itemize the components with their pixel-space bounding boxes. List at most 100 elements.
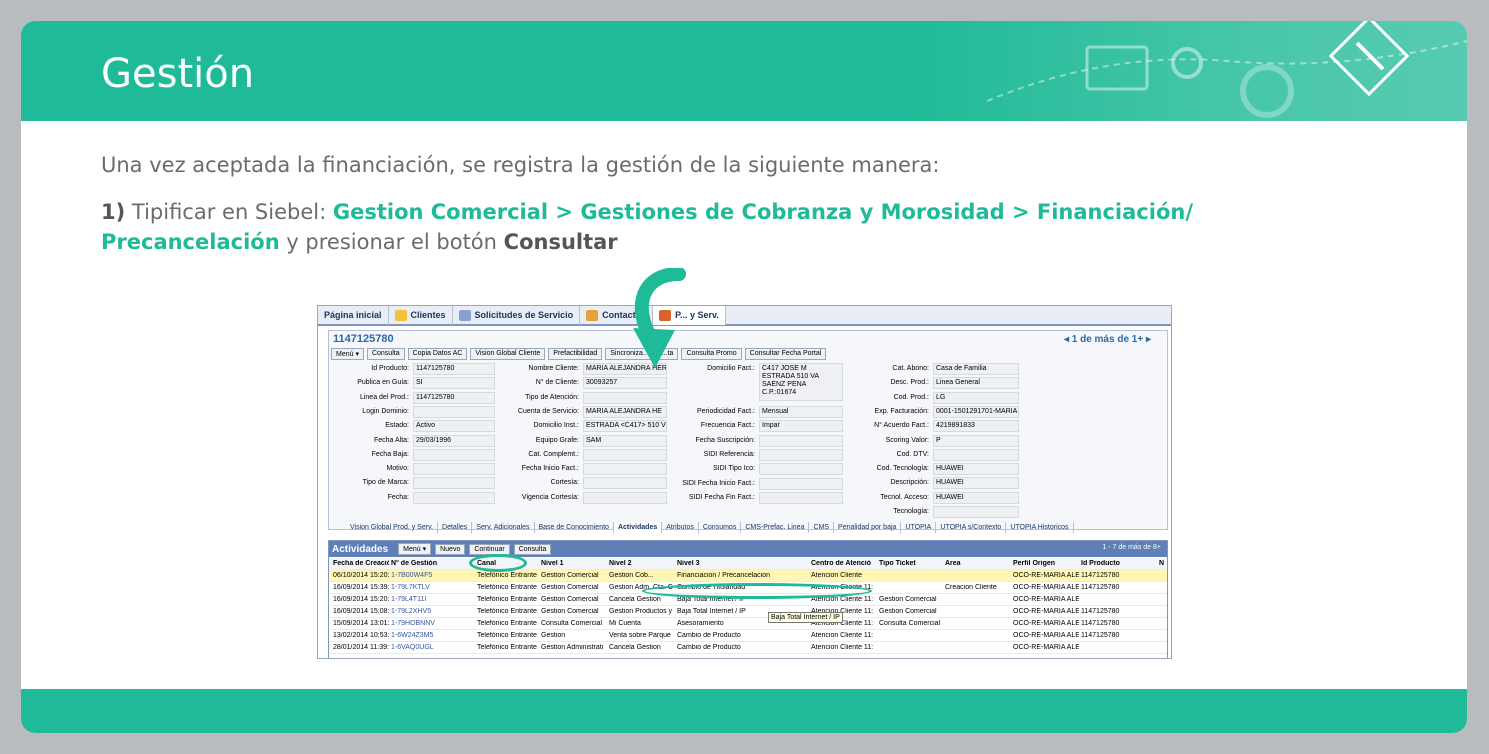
field-value[interactable] [413,463,495,476]
field-value[interactable]: SAM [583,434,667,447]
table-row[interactable]: 13/02/2014 10:53:4 1-6W24Z3M5 Telefónico E… [329,630,1167,642]
tab-pagina-inicial[interactable]: Página inicial [318,306,389,325]
field-value[interactable]: 4219891833 [933,420,1019,433]
subtab[interactable]: UTOPIA Historicos [1006,522,1074,533]
activities-button[interactable]: Menú ▾ [398,543,432,555]
column-header[interactable]: N° de Gestión [391,560,457,567]
field-value[interactable] [583,491,667,504]
column-header[interactable]: Área [945,560,1011,567]
activities-button[interactable]: Nuevo [435,543,466,555]
subtab[interactable]: Base de Conocimiento [535,522,614,533]
field-value[interactable] [759,463,843,476]
field-value[interactable] [583,477,667,490]
field-value[interactable]: LG [933,391,1019,404]
subtab[interactable]: Detalles [438,522,473,533]
tab-clientes[interactable]: Clientes [389,306,453,325]
field-value[interactable]: Impar [759,420,843,433]
column-header[interactable]: Fecha de Creació [333,560,389,567]
record-toolbar: Menú ▾ Consulta Copia Datos AC Vision Globa… [331,348,827,360]
field-value[interactable]: HUAWEI [933,477,1019,490]
field-value[interactable]: 1147125780 [413,363,495,375]
field-label: Fecha Alta: [373,436,409,444]
table-row[interactable]: 15/09/2014 13:01:0 1-79HOBNNV Telefónico E… [329,618,1167,630]
field-value[interactable] [759,477,843,490]
record-toolbar-button[interactable]: Prefactibilidad [548,348,603,360]
column-header[interactable]: N [1159,560,1169,567]
column-header[interactable]: Nivel 3 [677,560,807,567]
field-value[interactable]: Casa de Familia [933,363,1019,375]
column-header[interactable]: Nivel 1 [541,560,607,567]
subtab[interactable]: Penalidad por baja [834,522,902,533]
record-toolbar-button[interactable]: Menú ▾ [331,348,364,360]
column-header[interactable]: Id Producto [1081,560,1151,567]
record-toolbar-button[interactable]: Copia Datos AC [407,348,468,360]
table-cell[interactable]: 1-6VAQ0UGL [391,644,457,651]
field-value[interactable] [759,491,843,504]
table-row[interactable]: 28/01/2014 11:39:1 1-6VAQ0UGL Telefónico E… [329,642,1167,654]
field-value[interactable]: 30093257 [583,377,667,390]
field-value[interactable] [933,448,1019,461]
table-row[interactable]: 16/09/2014 15:08:0 1-79L2XHV5 Telefónico E… [329,606,1167,618]
subtab[interactable]: Actividades [613,522,663,533]
field-label: Cat. Complemt.: [528,450,579,458]
table-cell: Venta sobre Parque [609,632,671,639]
field-value[interactable] [413,477,495,490]
field-label: Cod. Prod.: [893,393,929,401]
field-value[interactable]: SI [413,377,495,390]
field-value[interactable] [583,391,667,404]
tab-solicitudes[interactable]: Solicitudes de Servicio [453,306,581,325]
field-value[interactable]: 29/03/1996 [413,434,495,447]
column-header[interactable]: Tipo Ticket [879,560,943,567]
table-cell[interactable]: 1-6W24Z3M5 [391,632,457,639]
table-cell[interactable]: 1-79HOBNNV [391,620,457,627]
table-cell: Telefónico Entrante [477,620,537,627]
field-value[interactable]: P [933,434,1019,447]
field-value[interactable]: HUAWEI [933,463,1019,476]
record-toolbar-button[interactable]: Vision Global Cliente [470,348,546,360]
column-header[interactable]: Centro de Atenció [811,560,877,567]
activities-button[interactable]: Continuar [469,543,510,555]
field-value[interactable]: Mensual [759,406,843,418]
field-value[interactable] [413,405,495,418]
field-value[interactable] [583,448,667,461]
field-label: Desc. Prod.: [890,379,929,387]
field-value[interactable]: Linea General [933,377,1019,390]
activities-button[interactable]: Consulta [513,543,552,555]
table-row[interactable]: 06/10/2014 15:20:2 1-7B00W4F5 Telefónico E… [329,570,1167,582]
record-toolbar-button[interactable]: Consultar Fecha Portal [744,348,827,360]
field-label: SIDI Tipo Ico: [712,465,755,473]
subtab[interactable]: UTOPIA s/Contexto [936,522,1007,533]
column-header[interactable]: Nivel 2 [609,560,675,567]
table-cell[interactable]: 1-79L2XHV5 [391,608,457,615]
field-value[interactable] [933,506,1019,518]
field-value[interactable] [583,463,667,476]
field-value[interactable] [413,491,495,504]
field-value[interactable] [759,448,843,461]
record-toolbar-button[interactable]: Consulta [366,348,405,360]
subtab[interactable]: Serv. Adicionales [472,522,535,533]
table-cell: Gestion Productos y [609,608,673,615]
field-value[interactable]: 1147125780 [413,391,495,404]
table-cell: 1147125780 [1081,572,1120,579]
field-value[interactable] [413,448,495,461]
column-header[interactable]: Perfil Origen [1013,560,1079,567]
field-value[interactable]: Activo [413,420,495,433]
subtab[interactable]: Atributos [662,522,699,533]
table-cell[interactable]: 1-79L7KTLV [391,584,457,591]
table-cell[interactable]: 1-7B00W4F5 [391,572,457,579]
field-value[interactable]: 0001-1501291701-MARIA [933,405,1019,418]
field-value[interactable] [759,434,843,447]
subtab[interactable]: UTOPIA [901,522,937,533]
activities-pager: 1 - 7 de más de 8+ [1102,544,1161,551]
field-value[interactable]: ESTRADA <C417> 510 VI [583,420,667,433]
subtab[interactable]: CMS [809,522,835,533]
record-pager[interactable]: ◂ 1 de más de 1+ ▸ [1064,334,1151,345]
field-value[interactable]: HUAWEI [933,491,1019,504]
subtab[interactable]: Vision Global Prod. y Serv. [346,522,439,533]
table-cell[interactable]: 1-79L4T11I [391,596,457,603]
subtab[interactable]: Consumos [699,522,742,533]
field-value[interactable]: C417 JOSE M ESTRADA 510 VA SAENZ PENA C.… [759,363,843,401]
field-value[interactable]: MARIA ALEJANDRA HE [583,405,667,418]
subtab[interactable]: CMS-Prefac. Linea [741,522,810,533]
folder-icon [394,309,407,321]
